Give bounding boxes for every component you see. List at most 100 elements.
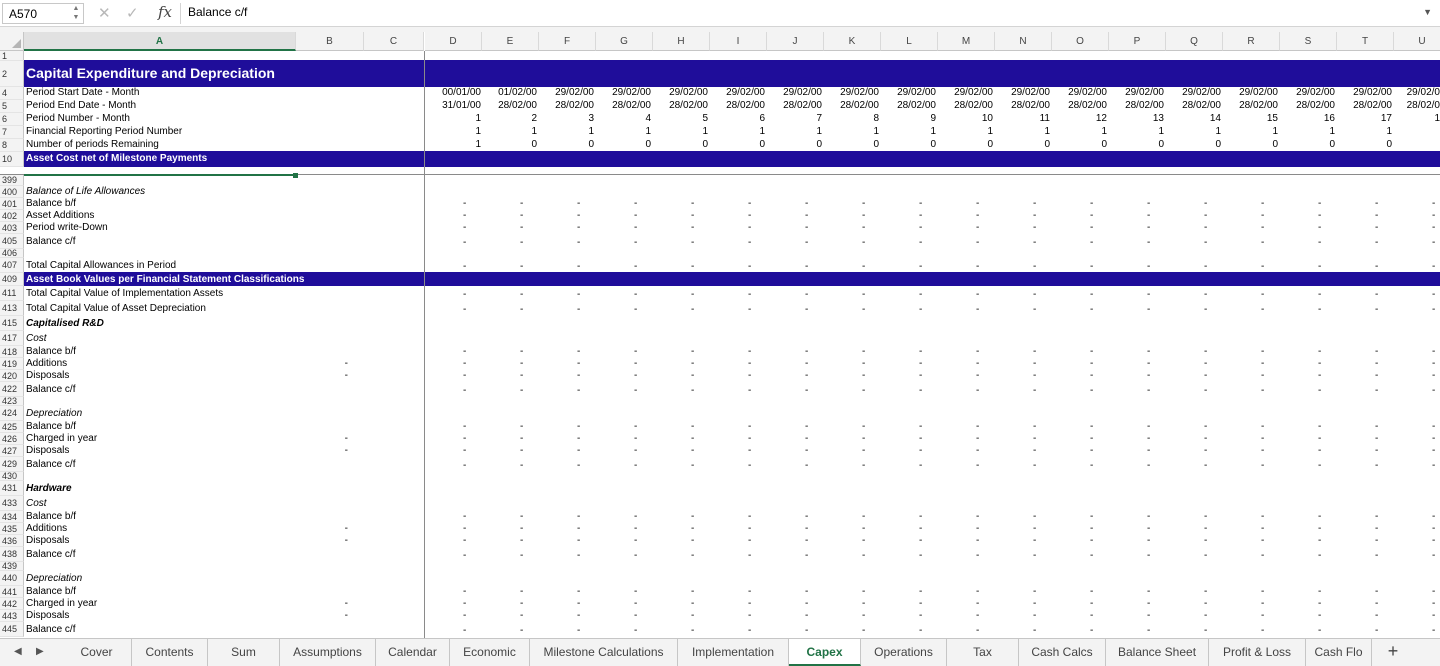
row-header-6[interactable]: 6: [0, 113, 24, 126]
dash-cell[interactable]: -: [520, 598, 523, 609]
dash-cell[interactable]: -: [748, 358, 751, 369]
dash-cell[interactable]: -: [1147, 586, 1150, 597]
data-cell[interactable]: 29/02/00: [1239, 87, 1278, 98]
dash-cell[interactable]: -: [1204, 222, 1207, 233]
dash-cell[interactable]: -: [1204, 535, 1207, 546]
dash-cell[interactable]: -: [748, 385, 751, 396]
data-cell[interactable]: 0: [1329, 139, 1335, 150]
dash-cell[interactable]: -: [976, 535, 979, 546]
dash-cell[interactable]: -: [1204, 198, 1207, 209]
dash-cell[interactable]: -: [862, 370, 865, 381]
dash-cell[interactable]: -: [577, 625, 580, 636]
dash-cell[interactable]: -: [976, 445, 979, 456]
dash-cell[interactable]: -: [1204, 289, 1207, 300]
dash-cell[interactable]: -: [1318, 523, 1321, 534]
dash-cell[interactable]: -: [748, 433, 751, 444]
dash-cell[interactable]: -: [1204, 625, 1207, 636]
dash-cell[interactable]: -: [1204, 445, 1207, 456]
data-cell[interactable]: 28/02/00: [897, 100, 936, 111]
select-all-button[interactable]: [0, 32, 24, 51]
dash-cell[interactable]: -: [805, 289, 808, 300]
dash-cell[interactable]: -: [748, 421, 751, 432]
dash-cell[interactable]: -: [577, 586, 580, 597]
dash-cell[interactable]: -: [976, 370, 979, 381]
data-cell[interactable]: 29/02/00: [783, 87, 822, 98]
dash-cell[interactable]: -: [520, 511, 523, 522]
dash-cell[interactable]: -: [1318, 304, 1321, 315]
dash-cell[interactable]: -: [463, 370, 466, 381]
dash-cell[interactable]: -: [805, 550, 808, 561]
dash-cell[interactable]: -: [634, 598, 637, 609]
dash-cell[interactable]: -: [1147, 433, 1150, 444]
row-label[interactable]: Balance of Life Allowances: [26, 186, 145, 197]
row-header-5[interactable]: 5: [0, 100, 24, 113]
row-header-430[interactable]: 430: [0, 472, 24, 481]
dash-cell[interactable]: -: [1375, 222, 1378, 233]
dash-cell[interactable]: -: [1204, 304, 1207, 315]
row-header-407[interactable]: 407: [0, 258, 24, 273]
dash-cell[interactable]: -: [976, 550, 979, 561]
dash-cell[interactable]: -: [577, 198, 580, 209]
data-cell[interactable]: 0: [1215, 139, 1221, 150]
dash-cell[interactable]: -: [634, 370, 637, 381]
dash-cell[interactable]: -: [805, 421, 808, 432]
sheet-tab-profit-loss[interactable]: Profit & Loss: [1209, 639, 1306, 666]
dash-cell[interactable]: -: [634, 385, 637, 396]
data-cell[interactable]: 28/02/00: [726, 100, 765, 111]
dash-cell[interactable]: -: [1318, 445, 1321, 456]
dash-cell[interactable]: -: [919, 370, 922, 381]
dash-cell[interactable]: -: [1432, 346, 1435, 357]
dash-cell[interactable]: -: [1432, 289, 1435, 300]
dash-cell[interactable]: -: [634, 550, 637, 561]
dash-cell[interactable]: -: [1147, 460, 1150, 471]
row-header-435[interactable]: 435: [0, 523, 24, 535]
sheet-tab-balance-sheet[interactable]: Balance Sheet: [1106, 639, 1209, 666]
dash-cell[interactable]: -: [862, 198, 865, 209]
dash-cell[interactable]: -: [463, 421, 466, 432]
row-header-438[interactable]: 438: [0, 547, 24, 562]
add-sheet-button[interactable]: +: [1382, 641, 1404, 663]
cancel-icon[interactable]: ✕: [98, 4, 111, 22]
dash-cell[interactable]: -: [577, 445, 580, 456]
dash-cell[interactable]: -: [1204, 385, 1207, 396]
dash-cell[interactable]: -: [862, 289, 865, 300]
dash-cell[interactable]: -: [976, 511, 979, 522]
dash-cell[interactable]: -: [1033, 237, 1036, 248]
dash-cell[interactable]: -: [1204, 523, 1207, 534]
dash-cell[interactable]: -: [1261, 445, 1264, 456]
dash-cell[interactable]: -: [862, 261, 865, 272]
data-cell[interactable]: 0: [645, 139, 651, 150]
dash-cell[interactable]: -: [1147, 610, 1150, 621]
dash-cell[interactable]: -: [748, 511, 751, 522]
dash-cell[interactable]: -: [463, 222, 466, 233]
data-cell[interactable]: 1: [930, 126, 936, 137]
dash-cell[interactable]: -: [1033, 460, 1036, 471]
dash-cell[interactable]: -: [691, 370, 694, 381]
column-header-k[interactable]: K: [824, 32, 881, 51]
row-label[interactable]: Disposals: [26, 445, 69, 456]
dash-cell[interactable]: -: [691, 304, 694, 315]
dash-cell[interactable]: -: [1033, 445, 1036, 456]
dash-cell[interactable]: -: [463, 610, 466, 621]
dash-cell[interactable]: -: [577, 210, 580, 221]
row-header-7[interactable]: 7: [0, 126, 24, 139]
dash-cell[interactable]: -: [1147, 625, 1150, 636]
data-cell[interactable]: 29/02/00: [726, 87, 765, 98]
row-header-434[interactable]: 434: [0, 511, 24, 523]
dash-cell[interactable]: -: [1090, 523, 1093, 534]
dash-cell[interactable]: -: [919, 261, 922, 272]
row-label[interactable]: Additions: [26, 358, 67, 369]
dash-cell[interactable]: -: [1261, 460, 1264, 471]
dash-cell[interactable]: -: [1375, 261, 1378, 272]
data-cell[interactable]: 6: [759, 113, 765, 124]
dash-cell[interactable]: -: [976, 346, 979, 357]
dash-cell[interactable]: -: [463, 289, 466, 300]
data-cell[interactable]: 29/02/00: [555, 87, 594, 98]
row-label[interactable]: Disposals: [26, 610, 69, 621]
dash-cell[interactable]: -: [1204, 370, 1207, 381]
dash-cell[interactable]: -: [1261, 346, 1264, 357]
column-header-u[interactable]: U: [1394, 32, 1440, 51]
dash-cell[interactable]: -: [976, 304, 979, 315]
dash-cell[interactable]: -: [463, 445, 466, 456]
data-cell[interactable]: 1: [475, 139, 481, 150]
